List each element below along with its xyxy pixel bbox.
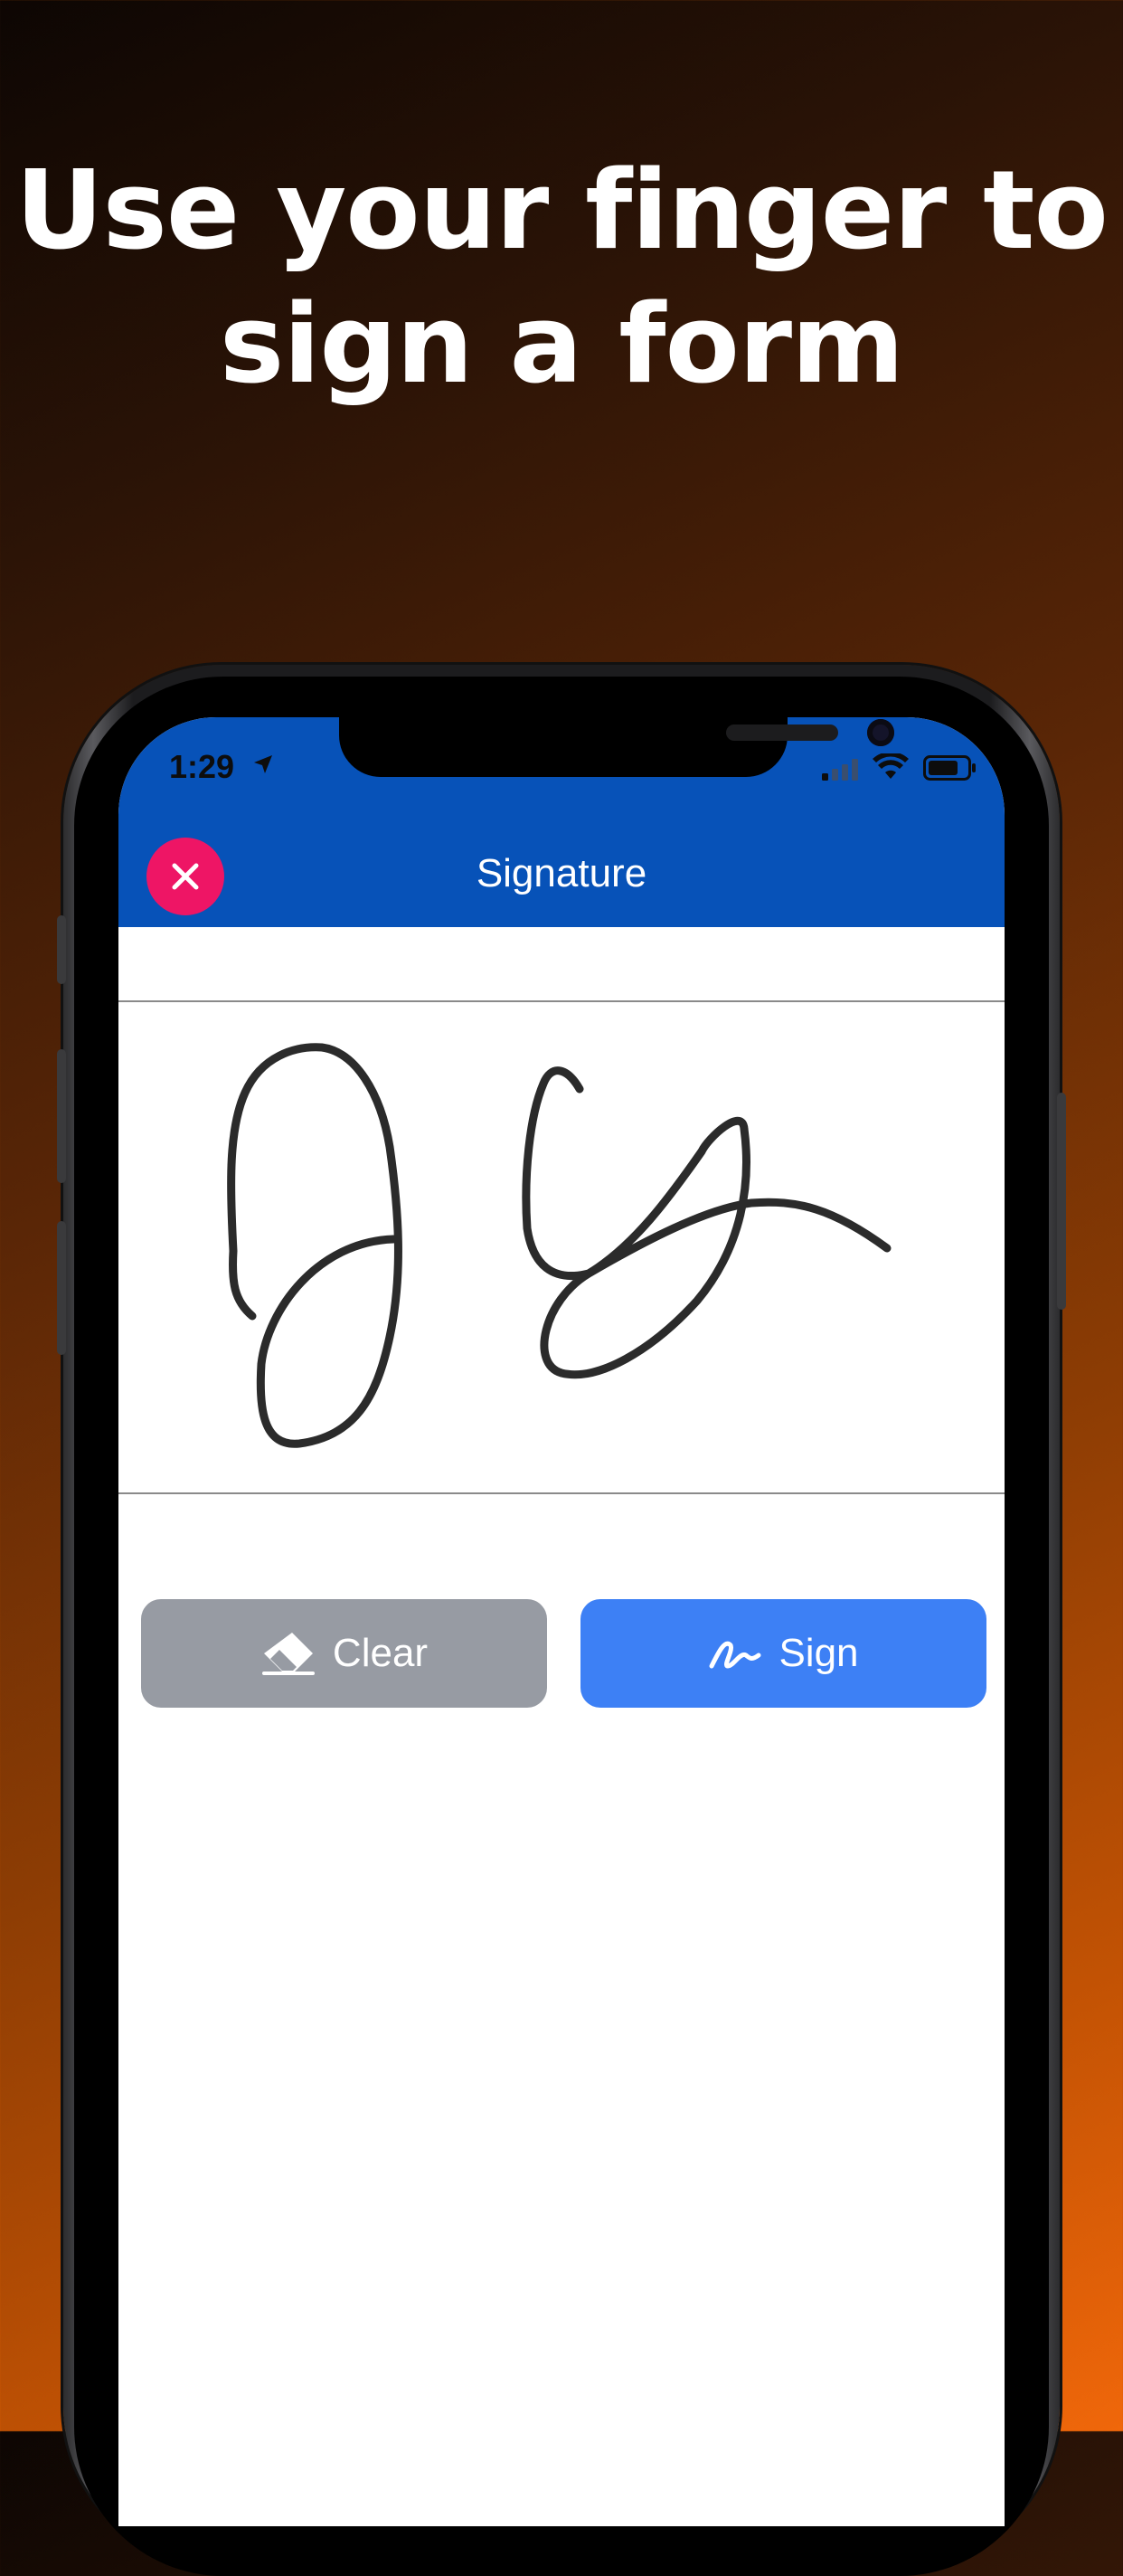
- cellular-signal-icon: [822, 759, 858, 781]
- headline-line-2: sign a form: [219, 282, 904, 408]
- status-time: 1:29: [169, 748, 235, 785]
- app-header: 1:29 Signature: [118, 717, 1005, 927]
- phone-power-button: [1057, 1093, 1066, 1310]
- earpiece-speaker: [726, 724, 838, 741]
- page-title: Signature: [476, 851, 647, 895]
- phone-screen: 1:29 Signature Clear Sign: [118, 717, 1005, 2526]
- phone-mute-switch: [57, 915, 66, 984]
- signature-pad[interactable]: [118, 1000, 1005, 1494]
- clear-button-label: Clear: [332, 1631, 429, 1675]
- location-arrow-icon: [254, 755, 272, 773]
- sign-button-label: Sign: [779, 1631, 859, 1675]
- clear-button[interactable]: Clear: [141, 1599, 547, 1708]
- wifi-icon: [873, 753, 909, 779]
- signature-icon: [709, 1641, 761, 1669]
- marketing-headline: Use your finger to sign a form: [0, 145, 1123, 412]
- phone-volume-up-button: [57, 1049, 66, 1183]
- sign-button[interactable]: Sign: [580, 1599, 986, 1708]
- eraser-icon: [261, 1633, 315, 1675]
- front-camera: [867, 719, 894, 746]
- phone-notch: [339, 717, 894, 777]
- battery-icon: [923, 755, 976, 781]
- signature-stroke: [227, 1043, 892, 1448]
- phone-volume-down-button: [57, 1221, 66, 1355]
- headline-line-1: Use your finger to: [15, 148, 1109, 274]
